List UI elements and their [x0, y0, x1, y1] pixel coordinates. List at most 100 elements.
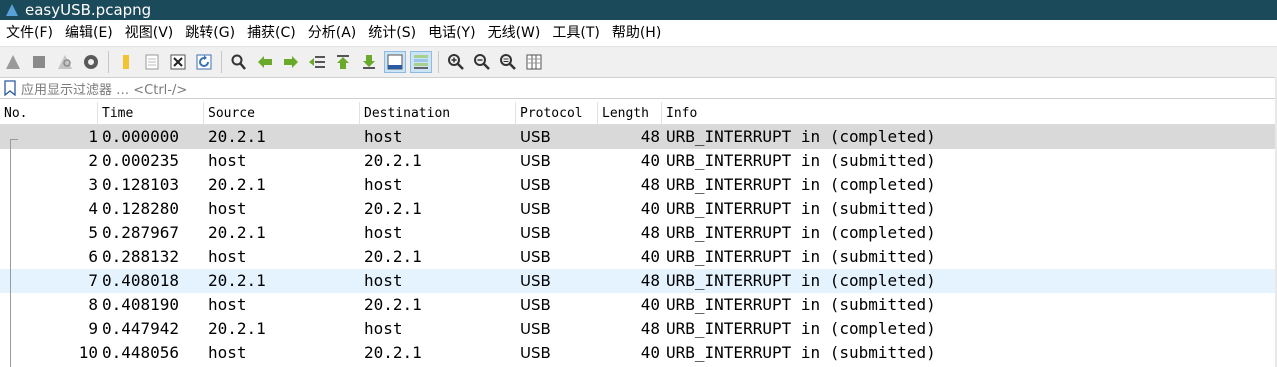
- packet-info: URB_INTERRUPT in (submitted): [666, 199, 936, 218]
- stop-capture-button[interactable]: [28, 51, 50, 73]
- menu-go[interactable]: 跳转(G): [179, 20, 241, 46]
- packet-destination: 20.2.1: [364, 151, 422, 170]
- toolbar-separator: [108, 51, 109, 73]
- reload-file-button[interactable]: [193, 51, 215, 73]
- column-header-no[interactable]: No.: [0, 102, 98, 124]
- go-back-button[interactable]: [254, 51, 276, 73]
- packet-row-hovered[interactable]: 7 0.408018 20.2.1 host USB 48 URB_INTERR…: [0, 269, 1277, 293]
- packet-row[interactable]: 2 0.000235 host 20.2.1 USB 40 URB_INTERR…: [0, 149, 1277, 173]
- packet-length: 40: [640, 199, 660, 218]
- colorize-icon: [414, 55, 428, 69]
- autoscroll-toggle[interactable]: [384, 51, 406, 73]
- column-header-protocol[interactable]: Protocol: [516, 102, 598, 124]
- packet-time: 0.448056: [102, 343, 180, 362]
- packet-protocol: USB: [520, 128, 551, 146]
- column-header-source[interactable]: Source: [204, 102, 360, 124]
- menu-tools[interactable]: 工具(T): [546, 20, 605, 46]
- column-header-time[interactable]: Time: [98, 102, 204, 124]
- packet-source: 20.2.1: [208, 175, 266, 194]
- packet-protocol: USB: [520, 152, 551, 170]
- close-file-button[interactable]: [167, 51, 189, 73]
- capture-options-button[interactable]: [80, 51, 102, 73]
- packet-info: URB_INTERRUPT in (submitted): [666, 295, 936, 314]
- packet-destination: host: [364, 271, 403, 290]
- menu-edit[interactable]: 编辑(E): [59, 20, 119, 46]
- menu-analyze[interactable]: 分析(A): [302, 20, 363, 46]
- packet-time: 0.128103: [102, 175, 180, 194]
- menu-help[interactable]: 帮助(H): [606, 20, 667, 46]
- packet-row[interactable]: 9 0.447942 20.2.1 host USB 48 URB_INTERR…: [0, 317, 1277, 341]
- packet-row[interactable]: 3 0.128103 20.2.1 host USB 48 URB_INTERR…: [0, 173, 1277, 197]
- go-forward-button[interactable]: [280, 51, 302, 73]
- packet-no: 9: [88, 319, 98, 338]
- packet-source: 20.2.1: [208, 223, 266, 242]
- title-bar: easyUSB.pcapng: [0, 0, 1277, 20]
- go-last-packet-button[interactable]: [358, 51, 380, 73]
- packet-time: 0.287967: [102, 223, 180, 242]
- display-filter-input[interactable]: 应用显示过滤器 … <Ctrl-/>: [17, 78, 1277, 98]
- packet-row[interactable]: 5 0.287967 20.2.1 host USB 48 URB_INTERR…: [0, 221, 1277, 245]
- packet-length: 48: [640, 127, 660, 146]
- toolbar-separator: [221, 51, 222, 73]
- conversation-bracket-line: [10, 139, 11, 367]
- go-first-packet-button[interactable]: [332, 51, 354, 73]
- packet-row[interactable]: 8 0.408190 host 20.2.1 USB 40 URB_INTERR…: [0, 293, 1277, 317]
- packet-protocol: USB: [520, 272, 551, 290]
- find-packet-button[interactable]: [228, 51, 250, 73]
- column-header-length[interactable]: Length: [598, 102, 662, 124]
- column-header-destination[interactable]: Destination: [360, 102, 516, 124]
- zoom-in-button[interactable]: [445, 51, 467, 73]
- menu-telephony[interactable]: 电话(Y): [422, 20, 481, 46]
- packet-source: 20.2.1: [208, 319, 266, 338]
- packet-row[interactable]: 6 0.288132 host 20.2.1 USB 40 URB_INTERR…: [0, 245, 1277, 269]
- menu-capture[interactable]: 捕获(C): [241, 20, 302, 46]
- packet-destination: host: [364, 319, 403, 338]
- stop-capture-icon: [33, 56, 45, 68]
- packet-length: 48: [640, 319, 660, 338]
- go-to-packet-button[interactable]: [306, 51, 328, 73]
- packet-time: 0.288132: [102, 247, 180, 266]
- column-header-info[interactable]: Info: [662, 102, 1277, 124]
- packet-time: 0.128280: [102, 199, 180, 218]
- zoom-out-button[interactable]: [471, 51, 493, 73]
- menu-file[interactable]: 文件(F): [0, 20, 59, 46]
- packet-source: 20.2.1: [208, 271, 266, 290]
- packet-destination: 20.2.1: [364, 247, 422, 266]
- packet-no: 3: [88, 175, 98, 194]
- start-capture-button[interactable]: [2, 51, 24, 73]
- packet-row[interactable]: 4 0.128280 host 20.2.1 USB 40 URB_INTERR…: [0, 197, 1277, 221]
- packet-destination: host: [364, 127, 403, 146]
- save-file-button[interactable]: [141, 51, 163, 73]
- packet-row[interactable]: 10 0.448056 host 20.2.1 USB 40 URB_INTER…: [0, 341, 1277, 365]
- packet-length: 40: [640, 151, 660, 170]
- packet-time: 0.408018: [102, 271, 180, 290]
- go-to-packet-icon: [309, 56, 325, 68]
- packet-source: 20.2.1: [208, 127, 266, 146]
- packet-protocol: USB: [520, 344, 551, 362]
- zoom-in-icon: [448, 54, 464, 70]
- packet-info: URB_INTERRUPT in (submitted): [666, 151, 936, 170]
- bookmark-icon[interactable]: [3, 80, 17, 96]
- menu-statistics[interactable]: 统计(S): [362, 20, 422, 46]
- packet-protocol: USB: [520, 176, 551, 194]
- packet-protocol: USB: [520, 320, 551, 338]
- packet-length: 40: [640, 247, 660, 266]
- packet-info: URB_INTERRUPT in (completed): [666, 271, 936, 290]
- close-file-icon: [170, 54, 186, 70]
- normal-size-icon: [500, 54, 516, 70]
- colorize-toggle[interactable]: [410, 51, 432, 73]
- packet-list: 1 0.000000 20.2.1 host USB 48 URB_INTERR…: [0, 125, 1277, 365]
- packet-row-selected[interactable]: 1 0.000000 20.2.1 host USB 48 URB_INTERR…: [0, 125, 1277, 149]
- open-file-button[interactable]: [115, 51, 137, 73]
- packet-info: URB_INTERRUPT in (completed): [666, 319, 936, 338]
- normal-size-button[interactable]: [497, 51, 519, 73]
- restart-capture-button[interactable]: [54, 51, 76, 73]
- packet-no: 5: [88, 223, 98, 242]
- packet-length: 48: [640, 223, 660, 242]
- packet-protocol: USB: [520, 224, 551, 242]
- menu-view[interactable]: 视图(V): [119, 20, 180, 46]
- packet-time: 0.408190: [102, 295, 180, 314]
- menu-wireless[interactable]: 无线(W): [482, 20, 547, 46]
- packet-length: 48: [640, 271, 660, 290]
- resize-columns-button[interactable]: [523, 51, 545, 73]
